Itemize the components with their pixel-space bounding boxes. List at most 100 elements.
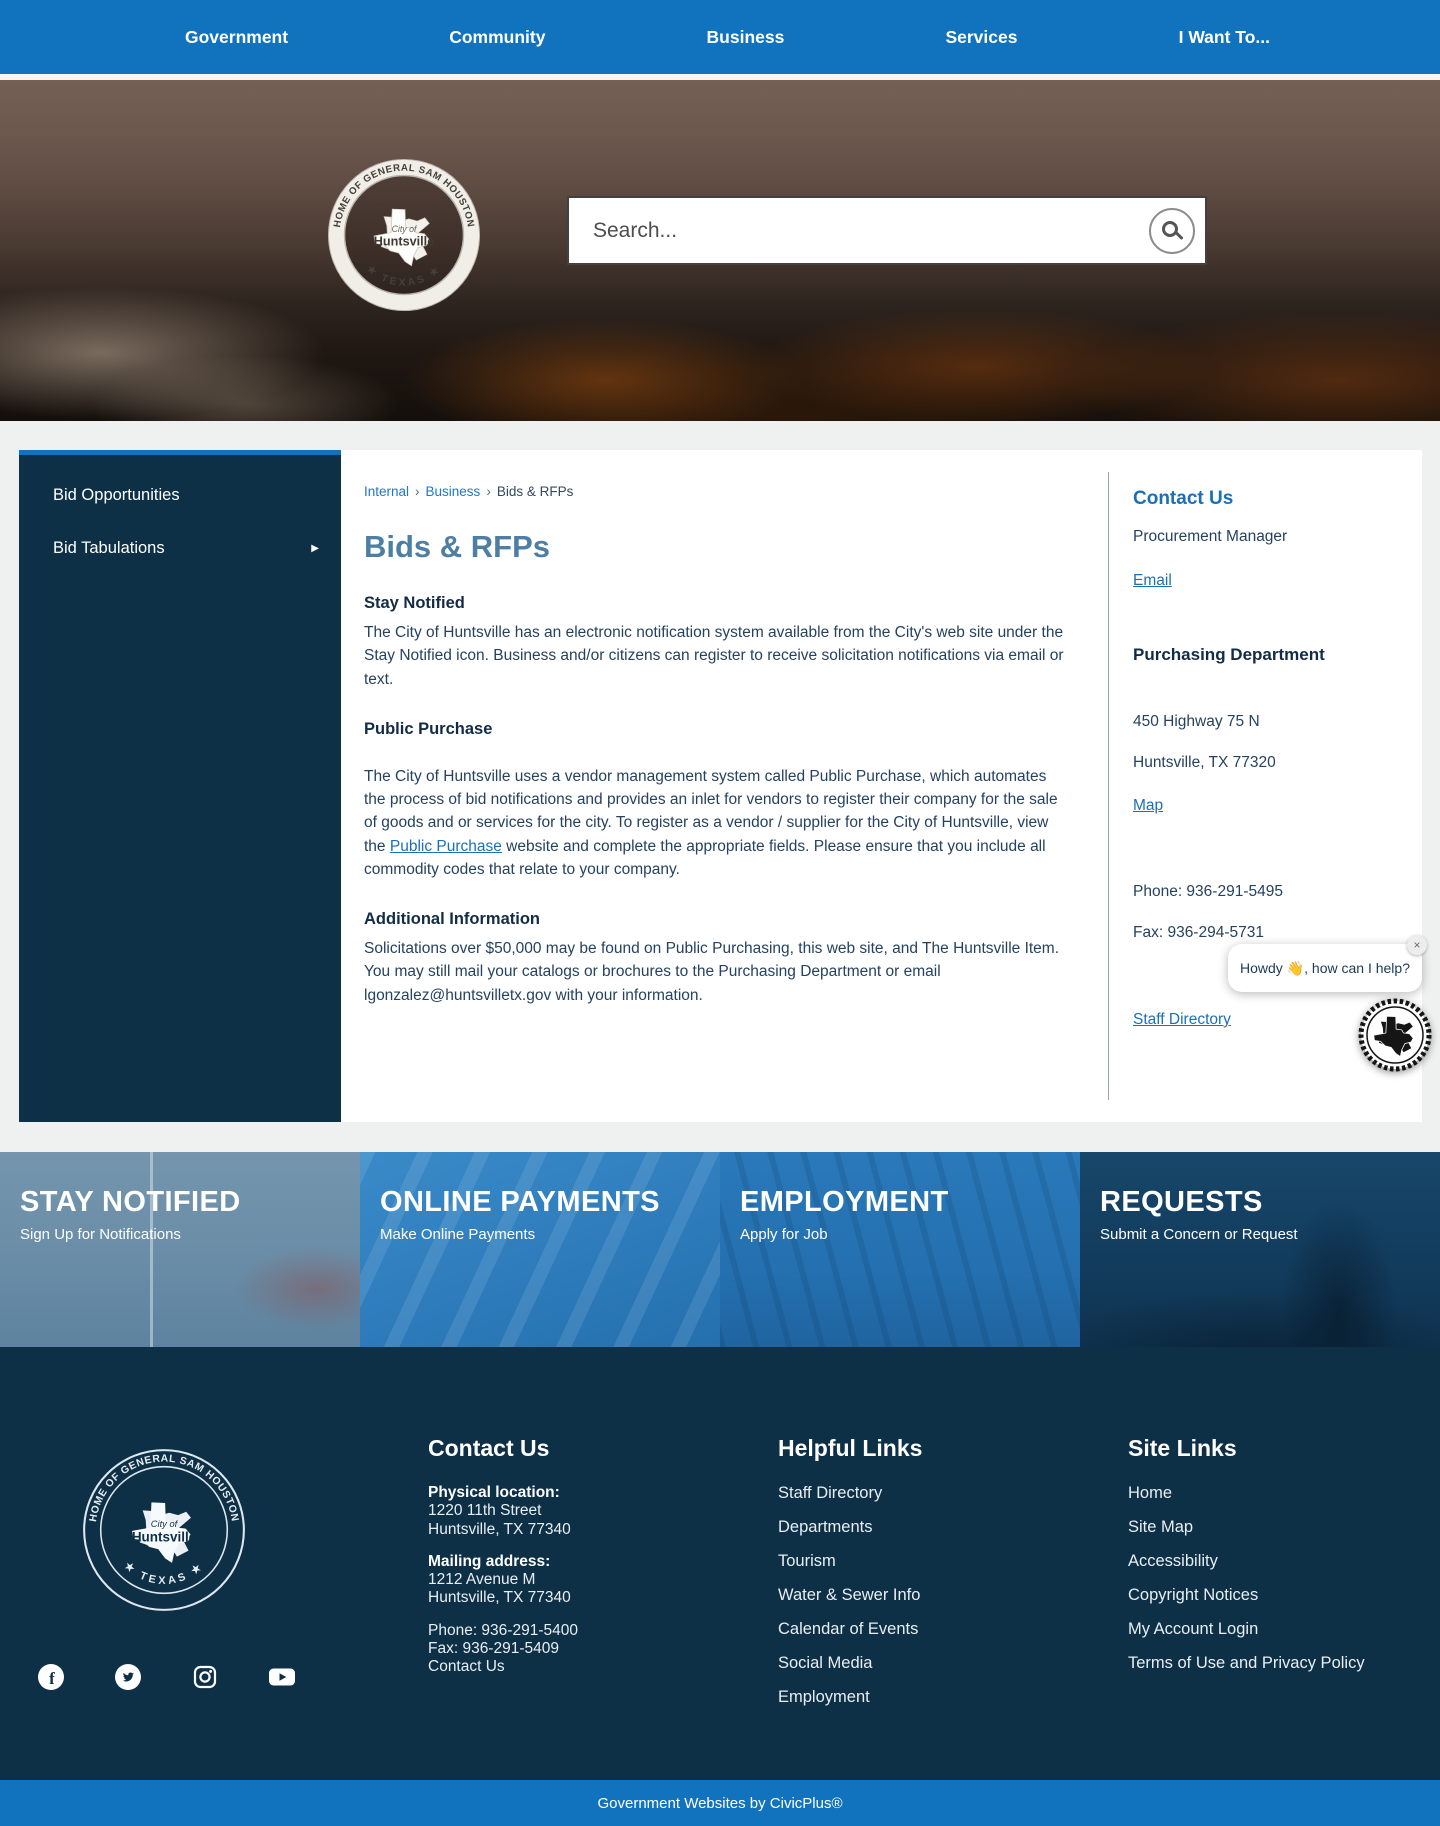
facebook-icon[interactable]: f: [38, 1664, 64, 1690]
sidebar-item-bid-opportunities[interactable]: Bid Opportunities: [19, 469, 341, 522]
main-column: Internal › Business › Bids & RFPs Bids & RFP…: [341, 450, 1108, 1122]
feature-title: STAY NOTIFIED: [20, 1186, 241, 1218]
seal-bottom-text: ★ TEXAS ★: [122, 1560, 206, 1587]
section-body: The City of Huntsville has an electronic…: [364, 624, 1064, 688]
hero-banner: HOME OF GENERAL SAM HOUSTON ★ TEXAS ★ Ci…: [0, 80, 1440, 421]
section-body: Solicitations over $50,000 may be found …: [364, 940, 1060, 1004]
social-icons: f: [38, 1664, 295, 1690]
sidebar-item-label: Bid Tabulations: [53, 539, 165, 557]
address-line: 1220 11th Street: [428, 1502, 542, 1520]
svg-text:f: f: [49, 1669, 55, 1688]
search-bar: [567, 196, 1207, 265]
footer-link-staff-directory[interactable]: Staff Directory: [778, 1484, 1078, 1503]
footer-link-copyright[interactable]: Copyright Notices: [1128, 1586, 1428, 1605]
section-heading: Public Purchase: [364, 719, 493, 738]
seal-huntsville-text: Huntsville: [132, 1529, 197, 1544]
feature-title: REQUESTS: [1100, 1186, 1263, 1218]
nav-item-community[interactable]: Community: [449, 27, 545, 48]
footer-link-calendar[interactable]: Calendar of Events: [778, 1620, 1078, 1639]
breadcrumb: Internal › Business › Bids & RFPs: [364, 484, 1068, 499]
staff-directory-link[interactable]: Staff Directory: [1133, 1011, 1231, 1029]
search-input[interactable]: [569, 198, 1138, 263]
civicplus-credit[interactable]: Government Websites by CivicPlus®: [597, 1795, 842, 1812]
feature-stay-notified[interactable]: STAY NOTIFIED Sign Up for Notifications: [0, 1152, 360, 1347]
address-line: Huntsville, TX 77340: [428, 1520, 571, 1538]
footer-fax: Fax: 936-291-5409: [428, 1639, 559, 1657]
footer-phone: Phone: 936-291-5400: [428, 1621, 578, 1639]
breadcrumb-separator: ›: [415, 484, 420, 499]
breadcrumb-current: Bids & RFPs: [496, 484, 574, 499]
feature-subtitle: Apply for Job: [740, 1226, 828, 1243]
footer-link-tourism[interactable]: Tourism: [778, 1552, 1078, 1571]
nav-item-business[interactable]: Business: [707, 27, 785, 48]
feature-subtitle: Submit a Concern or Request: [1100, 1226, 1298, 1243]
nav-item-government[interactable]: Government: [185, 27, 288, 48]
chat-close-icon[interactable]: ×: [1407, 935, 1427, 955]
feature-subtitle: Sign Up for Notifications: [20, 1226, 181, 1243]
breadcrumb-link-business[interactable]: Business: [426, 484, 481, 499]
address-line-1: 450 Highway 75 N: [1133, 713, 1260, 730]
footer-link-social-media[interactable]: Social Media: [778, 1654, 1078, 1673]
contact-us-heading: Contact Us: [1133, 488, 1234, 509]
feature-boxes: STAY NOTIFIED Sign Up for Notifications …: [0, 1152, 1440, 1347]
footer-link-home[interactable]: Home: [1128, 1484, 1428, 1503]
footer-helpful-links-column: Helpful Links Staff Directory Department…: [778, 1435, 1078, 1722]
bottom-bar: Government Websites by CivicPlus®: [0, 1780, 1440, 1826]
feature-requests[interactable]: REQUESTS Submit a Concern or Request: [1080, 1152, 1440, 1347]
feature-online-payments[interactable]: ONLINE PAYMENTS Make Online Payments: [360, 1152, 720, 1347]
section-body: The City of Huntsville uses a vendor man…: [364, 765, 1068, 881]
nav-item-i-want-to[interactable]: I Want To...: [1179, 27, 1270, 48]
address-line: Huntsville, TX 77340: [428, 1589, 571, 1607]
seal-city-of-text: City of: [392, 224, 418, 234]
content-card: Internal › Business › Bids & RFPs Bids & RFP…: [341, 450, 1422, 1122]
footer-phone-block: Phone: 936-291-5400 Fax: 936-291-5409 Co…: [428, 1622, 698, 1677]
footer-link-account-login[interactable]: My Account Login: [1128, 1620, 1428, 1639]
section-public-purchase: Public Purchase The City of Huntsville u…: [364, 720, 1068, 881]
address-line-2: Huntsville, TX 77320: [1133, 754, 1276, 771]
feature-subtitle: Make Online Payments: [380, 1226, 536, 1243]
feature-title: ONLINE PAYMENTS: [380, 1186, 660, 1218]
section-heading: Additional Information: [364, 910, 540, 928]
seal-city-of-text: City of: [151, 1519, 179, 1529]
instagram-icon[interactable]: [192, 1664, 218, 1690]
mailing-address-label: Mailing address:: [428, 1552, 551, 1570]
nav-item-services[interactable]: Services: [945, 27, 1017, 48]
footer-city-seal-logo: HOME OF GENERAL SAM HOUSTON ★ TEXAS ★ Ci…: [83, 1449, 245, 1611]
section-heading: Stay Notified: [364, 594, 465, 612]
physical-location-block: Physical location: 1220 11th Street Hunt…: [428, 1484, 698, 1539]
section-stay-notified: Stay Notified The City of Huntsville has…: [364, 594, 1068, 691]
footer-link-accessibility[interactable]: Accessibility: [1128, 1552, 1428, 1571]
footer-link-departments[interactable]: Departments: [778, 1518, 1078, 1537]
footer-link-water-sewer[interactable]: Water & Sewer Info: [778, 1586, 1078, 1605]
footer-contact-us-link[interactable]: Contact Us: [428, 1658, 698, 1676]
chat-bubble[interactable]: Howdy 👋, how can I help? ×: [1228, 935, 1427, 992]
procurement-manager-label: Procurement Manager: [1133, 528, 1288, 545]
feature-title: EMPLOYMENT: [740, 1186, 949, 1218]
footer-link-site-map[interactable]: Site Map: [1128, 1518, 1428, 1537]
breadcrumb-link-internal[interactable]: Internal: [364, 484, 409, 499]
public-purchase-link[interactable]: Public Purchase: [390, 838, 502, 855]
site-links-heading: Site Links: [1128, 1435, 1237, 1461]
search-button-ring: [1148, 207, 1195, 254]
footer-link-employment[interactable]: Employment: [778, 1688, 1078, 1707]
map-link[interactable]: Map: [1133, 797, 1163, 815]
section-additional-information: Additional Information Solicitations ove…: [364, 910, 1068, 1007]
physical-location-label: Physical location:: [428, 1484, 560, 1501]
search-button[interactable]: [1138, 198, 1205, 263]
phone-number: Phone: 936-291-5495: [1133, 883, 1283, 900]
breadcrumb-separator: ›: [486, 484, 491, 499]
top-nav: Government Community Business Services I…: [0, 0, 1440, 74]
sidebar-item-bid-tabulations[interactable]: Bid Tabulations ▶: [19, 522, 341, 575]
twitter-icon[interactable]: [115, 1664, 141, 1690]
footer-link-terms-privacy[interactable]: Terms of Use and Privacy Policy: [1128, 1654, 1428, 1673]
chevron-right-icon: ▶: [311, 543, 319, 554]
email-link[interactable]: Email: [1133, 572, 1172, 590]
footer: HOME OF GENERAL SAM HOUSTON ★ TEXAS ★ Ci…: [0, 1347, 1440, 1780]
department-heading: Purchasing Department: [1133, 645, 1325, 664]
chat-launcher-button[interactable]: [1358, 998, 1432, 1072]
search-icon: [1161, 220, 1178, 237]
helpful-links-heading: Helpful Links: [778, 1435, 923, 1461]
left-sidebar: Bid Opportunities Bid Tabulations ▶: [19, 450, 341, 1122]
feature-employment[interactable]: EMPLOYMENT Apply for Job: [720, 1152, 1080, 1347]
youtube-icon[interactable]: [269, 1664, 295, 1690]
